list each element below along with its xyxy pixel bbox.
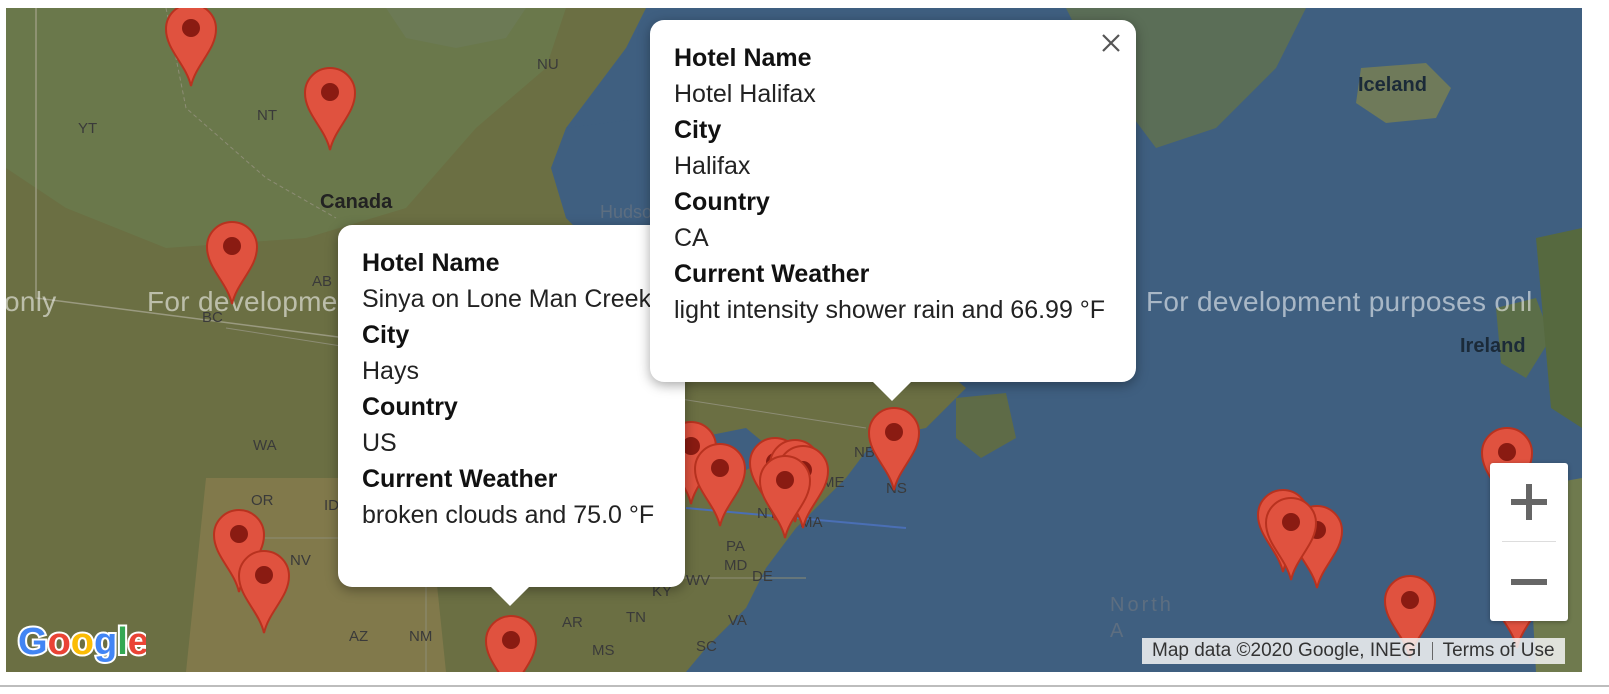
hotel-name-value: Sinya on Lone Man Creek [362,285,652,313]
weather-label: Current Weather [362,465,558,493]
map-label: NM [409,628,433,645]
map-label: PA [726,538,745,555]
map-container: only For developme For development purpo… [0,0,1609,694]
google-logo[interactable]: Google Google [16,620,146,666]
zoom-control [1490,463,1568,621]
city-value: Halifax [674,152,751,180]
info-window-tail [872,381,912,401]
map-label-ireland: Ireland [1460,335,1526,357]
map-data-text: Map data ©2020 Google, INEGI [1152,640,1422,661]
country-value: US [362,429,397,457]
map-label: ID [324,497,339,514]
map-label: SC [696,638,717,655]
close-icon[interactable] [1100,32,1122,54]
map-label: NT [257,107,277,124]
map-label: YT [78,120,98,137]
map-label-iceland: Iceland [1358,74,1427,96]
map-label: WV [686,572,711,589]
country-value: CA [674,224,709,252]
hotel-name-value: Hotel Halifax [674,80,816,108]
weather-label: Current Weather [674,260,870,288]
map-label-north-atlantic: A [1110,620,1127,642]
map-label: OR [251,492,274,509]
dev-watermark: For development purposes onl [1146,286,1533,317]
weather-value: light intensity shower rain and 66.99 °F [674,296,1106,324]
map-label: VA [728,612,747,629]
info-window-halifax: Hotel Name Hotel Halifax City Halifax Co… [650,20,1136,401]
map-label: BC [202,309,223,326]
map-label: AZ [349,628,369,645]
map-marker[interactable] [205,220,259,306]
map-marker[interactable] [237,549,291,635]
zoom-out-button[interactable] [1490,543,1568,621]
map-label: TN [626,609,646,626]
city-value: Hays [362,357,419,385]
map-label: NU [537,56,559,73]
dev-watermark: only [6,286,57,317]
info-window-tail [490,586,530,606]
map-label: DE [752,568,773,585]
svg-text:Google: Google [18,621,146,663]
country-label: Country [674,188,770,216]
map-label-hudson: Hudso [600,202,653,222]
map-label-canada: Canada [320,191,393,213]
map-marker[interactable] [758,454,812,540]
hotel-name-label: Hotel Name [362,249,500,277]
map-marker[interactable] [693,442,747,528]
hotel-name-label: Hotel Name [674,44,812,72]
map-marker[interactable] [164,8,218,88]
terms-of-use-link[interactable]: Terms of Use [1443,640,1555,661]
map-label: MS [592,642,615,659]
map-attribution: Map data ©2020 Google, INEGI Terms of Use [1142,638,1565,664]
page-divider [0,685,1609,687]
map-label: WA [253,437,277,454]
map-label: AR [562,614,583,631]
info-window-hays: Hotel Name Sinya on Lone Man Creek City … [338,225,685,606]
city-label: City [362,321,410,349]
zoom-separator [1502,541,1556,542]
divider [1431,641,1433,660]
country-label: Country [362,393,458,421]
city-label: City [674,116,722,144]
map-label-north-atlantic: North [1110,594,1174,616]
map-marker[interactable] [867,406,921,492]
weather-value: broken clouds and 75.0 °F [362,501,655,529]
zoom-in-button[interactable] [1490,463,1568,541]
map-label: AB [312,273,333,290]
map-marker[interactable] [303,66,357,152]
map-label: MD [724,557,748,574]
minus-icon [1511,579,1547,585]
map-label: NV [290,552,311,569]
map-marker[interactable] [484,614,538,672]
map-marker[interactable] [1264,496,1318,582]
plus-icon [1511,484,1547,520]
